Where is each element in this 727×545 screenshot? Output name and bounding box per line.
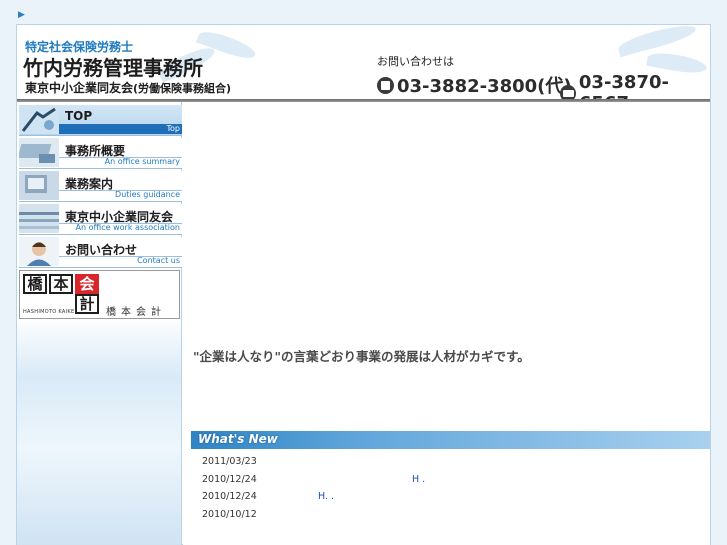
page: ▶ 特定社会保険労務士 竹内労務管理事務所 東京中小企業同友会(労働保険事務組合… [0,0,727,545]
news-item[interactable]: 2010/12/24 H . [202,472,702,490]
nav-item-duties-guidance[interactable]: 業務案内 Duties guidance [19,171,182,202]
news-date: 2011/03/23 [202,456,257,467]
fax-number: 03-3870-6567 [560,72,710,99]
duties-photo-icon [19,171,59,200]
news-date: 2010/12/24 [202,473,257,485]
news-date: 2010/10/12 [202,508,257,520]
banner-kanji: 本 [49,274,73,294]
nav-item-subtitle: Top [59,124,182,134]
news-link[interactable]: H . [412,474,425,485]
sidebar: TOP Top 事務所概要 An office summary 業務案内 Dut… [17,102,182,545]
contact-person-icon [19,237,59,266]
fax-icon [560,84,576,99]
news-item[interactable]: 2011/03/23 [202,454,702,472]
association-photo-icon [19,204,59,233]
nav-item-subtitle: Contact us [137,256,180,265]
union-name-sub: (労働保険事務組合) [133,82,232,95]
banner-kanji: 計 [75,294,99,314]
site-frame: 特定社会保険労務士 竹内労務管理事務所 東京中小企業同友会(労働保険事務組合) … [16,24,711,545]
news-list: 2011/03/23 2010/12/24 H . 2010/12/24 H. … [202,454,702,524]
tagline: "企業は人なり"の言葉どおり事業の発展は人材がカギです。 [193,349,530,364]
nav-item-subtitle: Duties guidance [115,190,180,199]
news-item[interactable]: 2010/12/24 H. . [202,489,702,507]
nav-item-work-association[interactable]: 東京中小企業同友会 An office work association [19,204,182,235]
office-photo-icon [19,138,59,167]
whats-new-header: What's New [191,431,710,449]
nav-item-label: TOP [65,109,93,123]
union-name: 東京中小企業同友会(労働保険事務組合) [25,79,231,96]
news-date: 2010/12/24 [202,491,257,502]
nav-item-office-summary[interactable]: 事務所概要 An office summary [19,138,182,169]
whats-new-title: What's New [198,432,278,446]
banner-japanese: 橋本会計 [106,307,166,318]
fax-text: 03-3870-6567 [578,72,669,99]
site-header: 特定社会保険労務士 竹内労務管理事務所 東京中小企業同友会(労働保険事務組合) … [17,25,710,99]
nav-item-subtitle: An office work association [75,223,180,232]
banner-kanji: 橋 [23,274,47,294]
main-content: "企業は人なり"の言葉どおり事業の発展は人材がカギです。 What's New … [183,102,710,545]
office-name[interactable]: 竹内労務管理事務所 [23,52,203,81]
nav-item-contact[interactable]: お問い合わせ Contact us [19,237,182,268]
news-item[interactable]: 2010/10/12 [202,507,702,525]
contact-label: お問い合わせは [377,55,454,68]
banner-english: HASHIMOTO KAIKEI [23,309,77,315]
page-marker-icon: ▶ [18,10,25,20]
union-name-main: 東京中小企業同友会 [25,81,134,95]
phone-number: 03-3882-3800(代) [377,72,572,98]
top-photo-icon [19,105,59,134]
leaf-decoration [616,25,698,58]
phone-icon [377,76,394,94]
phone-text: 03-3882-3800(代) [397,76,572,97]
hashimoto-kaikei-banner[interactable]: 橋 本 会 計 HASHIMOTO KAIKEI 橋本会計 [19,270,180,319]
news-link[interactable]: H. . [318,491,334,502]
banner-kanji: 会 [75,274,99,294]
nav-item-top[interactable]: TOP Top [19,105,182,136]
nav-item-subtitle: An office summary [104,157,180,166]
